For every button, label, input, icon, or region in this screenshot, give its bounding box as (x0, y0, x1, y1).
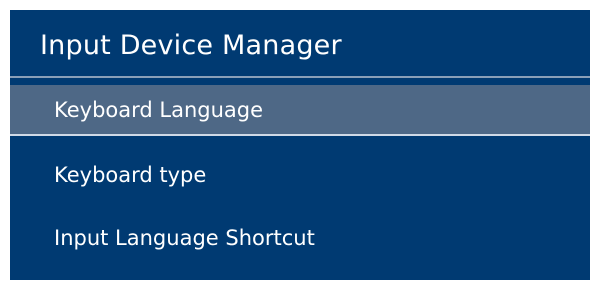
menu-item-input-language-shortcut[interactable]: Input Language Shortcut (10, 213, 590, 263)
menu-item-label: Keyboard type (54, 163, 207, 187)
menu-title: Input Device Manager (40, 30, 342, 61)
menu-item-label: Keyboard Language (54, 98, 264, 122)
input-device-manager-menu: Input Device Manager Keyboard Language K… (10, 10, 590, 280)
title-divider (10, 76, 590, 78)
menu-item-label: Input Language Shortcut (54, 226, 315, 250)
menu-item-keyboard-language[interactable]: Keyboard Language (10, 85, 590, 135)
menu-item-keyboard-type[interactable]: Keyboard type (10, 150, 590, 200)
selected-item-underline (10, 134, 590, 136)
